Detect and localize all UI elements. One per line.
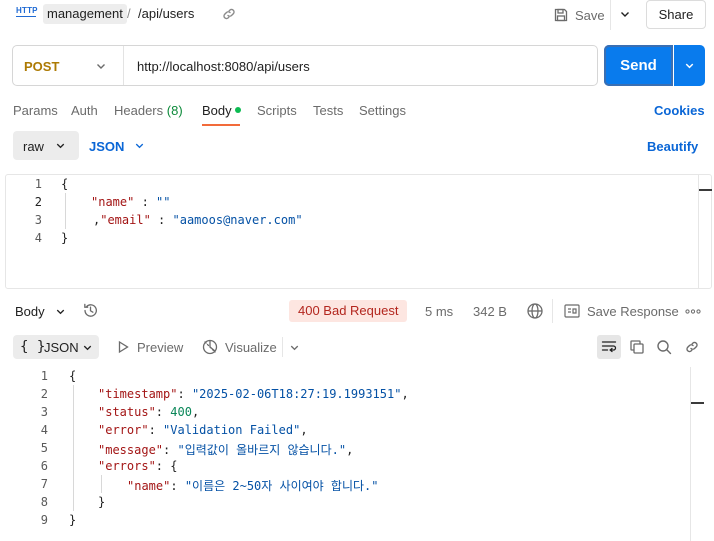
chevron-down-icon[interactable] bbox=[288, 341, 301, 354]
breadcrumb-collection[interactable]: management bbox=[43, 4, 127, 24]
response-size[interactable]: 342 B bbox=[473, 304, 507, 319]
link-icon[interactable] bbox=[684, 339, 700, 355]
tab-tests[interactable]: Tests bbox=[313, 103, 343, 118]
response-divider bbox=[552, 299, 553, 323]
code-line: "error": "Validation Failed", bbox=[98, 423, 308, 437]
request-body-editor[interactable] bbox=[5, 174, 712, 289]
floppy-disk-icon bbox=[554, 8, 568, 22]
tab-auth[interactable]: Auth bbox=[71, 103, 98, 118]
line-number: 4 bbox=[34, 231, 42, 245]
http-icon: HTTP bbox=[16, 6, 38, 22]
body-language-select[interactable]: JSON bbox=[89, 139, 124, 154]
response-format-label: JSON bbox=[44, 340, 79, 355]
code-line: "errors": { bbox=[98, 459, 178, 473]
body-indicator-dot bbox=[235, 107, 241, 113]
response-body-select[interactable]: Body bbox=[15, 304, 45, 319]
visualize-icon[interactable] bbox=[201, 338, 219, 356]
line-number: 9 bbox=[40, 513, 48, 527]
line-number: 2 bbox=[34, 195, 42, 209]
visualize-button[interactable]: Visualize bbox=[225, 340, 277, 355]
url-input[interactable]: http://localhost:8080/api/users bbox=[137, 59, 310, 74]
active-tab-underline bbox=[202, 124, 240, 126]
response-time[interactable]: 5 ms bbox=[425, 304, 453, 319]
code-line: "name" : "" bbox=[91, 195, 171, 209]
search-icon[interactable] bbox=[656, 339, 672, 355]
chevron-down-icon bbox=[685, 63, 694, 69]
code-line: ,"email" : "aamoos@naver.com" bbox=[93, 213, 303, 227]
tab-headers[interactable]: Headers (8) bbox=[114, 103, 183, 118]
save-button[interactable]: Save bbox=[553, 4, 605, 26]
line-number: 1 bbox=[40, 369, 48, 383]
scrollbar[interactable] bbox=[698, 175, 699, 288]
code-line: } bbox=[61, 231, 69, 245]
save-response-button[interactable]: Save Response bbox=[587, 304, 679, 319]
method-select[interactable]: POST bbox=[24, 59, 59, 74]
tab-body[interactable]: Body bbox=[202, 103, 232, 118]
code-line: { bbox=[69, 369, 77, 383]
chevron-down-icon bbox=[83, 345, 92, 351]
share-button[interactable]: Share bbox=[646, 0, 706, 29]
play-icon[interactable] bbox=[116, 340, 130, 354]
save-divider bbox=[610, 0, 611, 30]
indent-guide bbox=[65, 193, 66, 229]
tab-headers-count: (8) bbox=[166, 103, 183, 118]
code-line: } bbox=[98, 495, 106, 509]
more-options-icon[interactable] bbox=[685, 309, 701, 314]
tab-scripts[interactable]: Scripts bbox=[257, 103, 297, 118]
chevron-down-icon[interactable] bbox=[133, 139, 146, 152]
code-line: { bbox=[61, 177, 69, 191]
code-line: "status": 400, bbox=[98, 405, 200, 419]
line-number: 6 bbox=[40, 459, 48, 473]
indent-guide bbox=[101, 475, 102, 493]
scrollbar[interactable] bbox=[690, 367, 691, 541]
tab-settings[interactable]: Settings bbox=[359, 103, 406, 118]
tab-params[interactable]: Params bbox=[13, 103, 58, 118]
line-number: 3 bbox=[40, 405, 48, 419]
line-number: 4 bbox=[40, 423, 48, 437]
breadcrumb-separator: / bbox=[127, 6, 131, 21]
chevron-down-icon bbox=[56, 143, 65, 149]
chevron-down-icon[interactable] bbox=[618, 7, 632, 21]
visualize-divider bbox=[282, 337, 283, 357]
send-button[interactable]: Send bbox=[604, 45, 673, 86]
breadcrumb-request-name[interactable]: /api/users bbox=[138, 6, 194, 21]
line-number: 7 bbox=[40, 477, 48, 491]
status-badge[interactable]: 400 Bad Request bbox=[289, 300, 408, 322]
save-response-icon bbox=[564, 304, 580, 318]
http-icon-label: HTTP bbox=[16, 6, 38, 15]
url-divider bbox=[123, 46, 124, 85]
save-label: Save bbox=[575, 7, 605, 23]
code-line: "message": "입력값이 올바르지 않습니다.", bbox=[98, 443, 354, 457]
line-number: 1 bbox=[34, 177, 42, 191]
globe-icon[interactable] bbox=[526, 302, 544, 320]
scrollbar-thumb[interactable] bbox=[699, 189, 712, 191]
history-icon[interactable] bbox=[82, 302, 99, 319]
body-mode-label: raw bbox=[23, 139, 44, 154]
json-braces-icon: { } bbox=[20, 339, 46, 355]
send-options-button[interactable] bbox=[674, 45, 705, 86]
cookies-link[interactable]: Cookies bbox=[654, 103, 705, 118]
scrollbar-thumb[interactable] bbox=[691, 402, 704, 404]
wrap-lines-button[interactable] bbox=[597, 335, 621, 359]
tab-headers-label: Headers bbox=[114, 103, 164, 118]
line-number: 3 bbox=[34, 213, 42, 227]
line-number: 5 bbox=[40, 441, 48, 455]
line-number: 2 bbox=[40, 387, 48, 401]
preview-button[interactable]: Preview bbox=[137, 340, 183, 355]
copy-icon[interactable] bbox=[629, 339, 645, 355]
chevron-down-icon[interactable] bbox=[94, 59, 108, 73]
indent-guide bbox=[73, 385, 74, 511]
line-number: 8 bbox=[40, 495, 48, 509]
link-icon[interactable] bbox=[221, 6, 237, 22]
beautify-button[interactable]: Beautify bbox=[647, 139, 698, 154]
wrap-lines-icon bbox=[601, 341, 617, 353]
code-line: "timestamp": "2025-02-06T18:27:19.199315… bbox=[98, 387, 409, 401]
code-line: "name": "이름은 2~50자 사이여야 합니다." bbox=[127, 479, 379, 493]
chevron-down-icon[interactable] bbox=[54, 305, 67, 318]
code-line: } bbox=[69, 513, 77, 527]
